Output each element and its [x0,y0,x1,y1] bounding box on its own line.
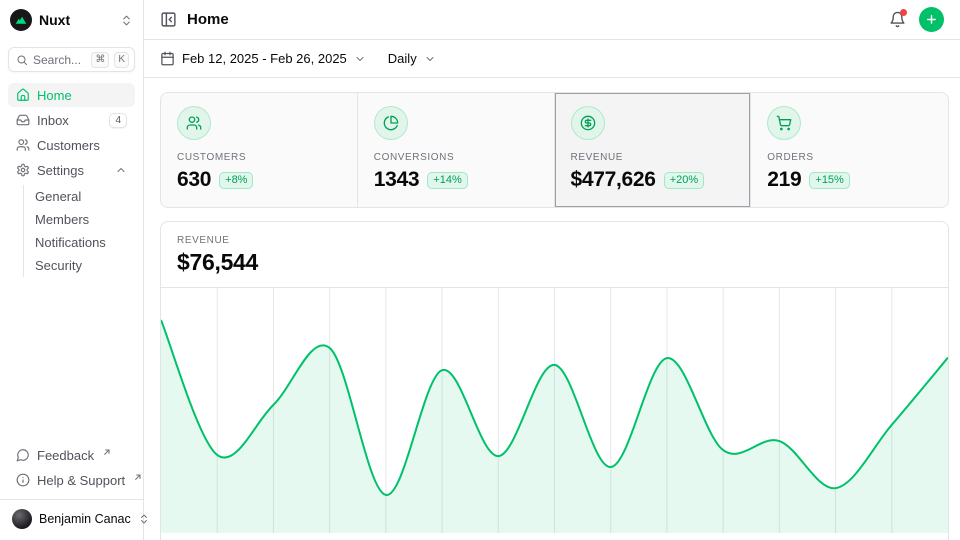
chart-metric-label: REVENUE [177,235,932,246]
workspace-switcher[interactable]: Nuxt [0,0,143,40]
sidebar-item-label: General [35,189,81,204]
users-icon [177,106,211,140]
footer-item-label: Help & Support [37,473,125,488]
sidebar-item-label: Members [35,212,89,227]
pie-chart-icon [374,106,408,140]
sidebar-collapse-icon[interactable] [160,11,177,28]
search-icon [16,54,28,66]
sidebar-item-general[interactable]: General [27,185,135,207]
revenue-chart-plot[interactable] [161,288,948,533]
chevron-up-icon [115,164,127,176]
sidebar-item-label: Settings [37,163,84,178]
sidebar-item-label: Notifications [35,235,106,250]
sidebar-item-label: Inbox [37,113,69,128]
inbox-icon [16,113,30,127]
chart-header: REVENUE $76,544 [161,222,948,288]
house-icon [16,88,30,102]
stat-label: CONVERSIONS [374,152,538,163]
chevron-down-icon [424,53,436,65]
kbd-meta: ⌘ [91,52,109,68]
dollar-circle-icon [571,106,605,140]
settings-submenu: General Members Notifications Security [23,185,135,277]
stat-delta-badge: +14% [427,172,467,189]
sidebar-item-label: Customers [37,138,100,153]
stats-row: CUSTOMERS 630 +8% CONVERSIONS 1343 +14% [160,92,949,208]
page-title: Home [187,11,229,28]
stat-label: CUSTOMERS [177,152,341,163]
sidebar-item-label: Home [37,88,72,103]
feedback-link[interactable]: Feedback [8,443,135,467]
stat-delta-badge: +15% [809,172,849,189]
stat-card-customers[interactable]: CUSTOMERS 630 +8% [161,93,358,207]
main-area: Home Feb 12, 2025 - Feb 26, 2025 Daily [144,0,960,540]
notification-dot [900,9,907,16]
kbd-k: K [114,52,129,68]
inbox-count-badge: 4 [109,113,127,128]
external-link-icon [103,448,111,456]
sidebar-item-settings[interactable]: Settings [8,158,135,182]
help-support-link[interactable]: Help & Support [8,468,135,492]
search-placeholder: Search... [33,53,86,67]
dashboard-content: CUSTOMERS 630 +8% CONVERSIONS 1343 +14% [144,78,960,540]
stat-value: 630 [177,168,211,192]
users-icon [16,138,30,152]
sidebar-item-notifications[interactable]: Notifications [27,231,135,253]
revenue-chart-card: REVENUE $76,544 14 Feb16 Feb18 Feb20 Feb… [160,221,949,540]
date-range-value: Feb 12, 2025 - Feb 26, 2025 [182,51,347,66]
calendar-icon [160,51,175,66]
sidebar-item-home[interactable]: Home [8,83,135,107]
message-circle-icon [16,448,30,462]
sidebar-footer: Feedback Help & Support [0,443,143,499]
sidebar-item-inbox[interactable]: Inbox 4 [8,108,135,132]
stat-delta-badge: +20% [664,172,704,189]
revenue-area-chart [161,288,948,533]
stat-delta-badge: +8% [219,172,253,189]
stat-card-revenue[interactable]: REVENUE $477,626 +20% [555,93,752,207]
notifications-button[interactable] [889,11,906,28]
sidebar-item-members[interactable]: Members [27,208,135,230]
plus-icon [925,13,938,26]
sidebar-user-section: Benjamin Canac [0,499,143,540]
chart-metric-value: $76,544 [177,249,932,276]
search-input[interactable]: Search... ⌘ K [8,47,135,72]
avatar [12,509,32,529]
period-value: Daily [388,51,417,66]
stat-card-conversions[interactable]: CONVERSIONS 1343 +14% [358,93,555,207]
stat-value: 219 [767,168,801,192]
period-select[interactable]: Daily [388,51,436,66]
gear-icon [16,163,30,177]
sidebar-item-label: Security [35,258,82,273]
add-button[interactable] [919,7,944,32]
x-axis-labels: 14 Feb16 Feb18 Feb20 Feb22 Feb24 Feb [161,533,948,540]
nuxt-logo-icon [10,9,32,31]
info-circle-icon [16,473,30,487]
chevrons-up-down-icon [120,14,133,27]
footer-item-label: Feedback [37,448,94,463]
chevron-down-icon [354,53,366,65]
sidebar-nav: Home Inbox 4 Customers Settings Genera [0,83,143,279]
workspace-name: Nuxt [39,12,70,28]
shopping-cart-icon [767,106,801,140]
page-header: Home [144,0,960,40]
user-menu-button[interactable]: Benjamin Canac [8,507,135,531]
date-range-picker[interactable]: Feb 12, 2025 - Feb 26, 2025 [160,51,366,66]
sidebar-spacer [0,279,143,443]
sidebar: Nuxt Search... ⌘ K Home Inbox 4 [0,0,144,540]
sidebar-item-security[interactable]: Security [27,254,135,276]
stat-label: REVENUE [571,152,735,163]
stat-card-orders[interactable]: ORDERS 219 +15% [751,93,948,207]
stat-value: 1343 [374,168,420,192]
stat-value: $477,626 [571,168,656,192]
user-name: Benjamin Canac [39,512,131,526]
sidebar-item-customers[interactable]: Customers [8,133,135,157]
stat-label: ORDERS [767,152,932,163]
filter-toolbar: Feb 12, 2025 - Feb 26, 2025 Daily [144,40,960,78]
external-link-icon [134,473,142,481]
